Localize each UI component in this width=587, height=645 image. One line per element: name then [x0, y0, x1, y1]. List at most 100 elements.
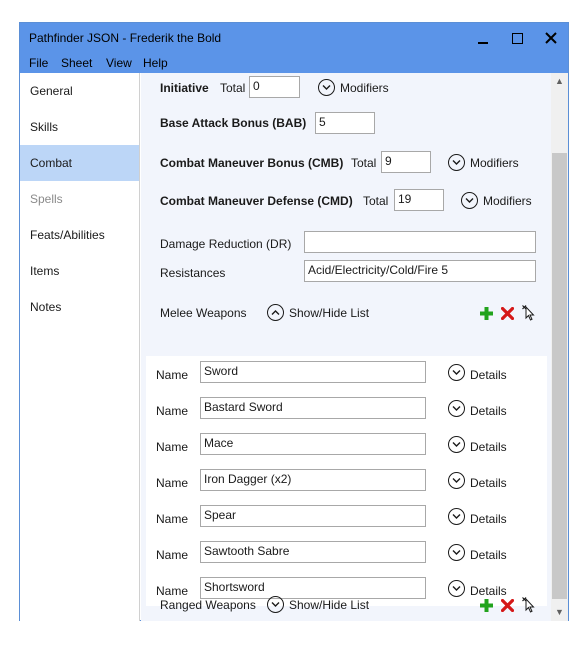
sidebar-item-spells: Spells: [30, 192, 63, 206]
weapon-details-label[interactable]: Details: [470, 440, 507, 454]
weapon-name-label: Name: [156, 548, 189, 562]
delete-icon[interactable]: [501, 307, 514, 320]
menu-bar: File Sheet View Help: [20, 53, 568, 73]
window-title: Pathfinder JSON - Frederik the Bold: [29, 31, 222, 45]
scroll-up-arrow-icon[interactable]: ▲: [551, 73, 568, 90]
ranged-show-hide-toggle[interactable]: [267, 596, 284, 613]
chevron-down-icon: [465, 198, 474, 203]
initiative-modifiers-label[interactable]: Modifiers: [340, 81, 389, 95]
menu-view[interactable]: View: [106, 56, 132, 70]
clear-selection-icon[interactable]: [522, 305, 536, 321]
resistances-field[interactable]: Acid/Electricity/Cold/Fire 5: [304, 260, 536, 282]
sidebar-item-notes[interactable]: Notes: [20, 289, 139, 325]
cmd-label: Combat Maneuver Defense (CMD): [160, 194, 353, 208]
initiative-modifiers-toggle[interactable]: [318, 79, 335, 96]
chevron-down-icon: [452, 550, 461, 555]
weapon-name-label: Name: [156, 440, 189, 454]
weapon-details-label[interactable]: Details: [470, 548, 507, 562]
chevron-down-icon: [271, 602, 280, 607]
weapon-details-label[interactable]: Details: [470, 512, 507, 526]
scroll-down-arrow-icon[interactable]: ▼: [551, 604, 568, 621]
weapon-name-label: Name: [156, 476, 189, 490]
combat-panel: Initiative Total 0 Modifiers Base Attack…: [141, 73, 551, 621]
initiative-total-field[interactable]: 0: [249, 76, 300, 98]
melee-weapons-list: Name Sword Details Name Bastard Sword De…: [146, 356, 547, 606]
melee-show-hide-label[interactable]: Show/Hide List: [289, 306, 369, 320]
cmd-modifiers-label[interactable]: Modifiers: [483, 194, 532, 208]
scroll-thumb[interactable]: [552, 153, 567, 599]
weapon-name-field[interactable]: Spear: [200, 505, 426, 527]
weapon-name-label: Name: [156, 512, 189, 526]
sidebar: General Skills Combat Spells Feats/Abili…: [20, 73, 140, 621]
sidebar-item-skills[interactable]: Skills: [20, 109, 139, 145]
dr-label: Damage Reduction (DR): [160, 237, 292, 251]
title-bar: Pathfinder JSON - Frederik the Bold: [20, 23, 568, 53]
app-window: Pathfinder JSON - Frederik the Bold File…: [19, 22, 569, 621]
ranged-weapons-label: Ranged Weapons: [160, 598, 256, 612]
maximize-icon: [511, 32, 523, 44]
weapon-name-field[interactable]: Sword: [200, 361, 426, 383]
weapon-name-field[interactable]: Sawtooth Sabre: [200, 541, 426, 563]
cmd-total-label: Total: [363, 194, 389, 208]
weapon-name-label: Name: [156, 404, 189, 418]
weapon-name-field[interactable]: Shortsword: [200, 577, 426, 599]
minimize-button[interactable]: [468, 28, 498, 48]
melee-show-hide-toggle[interactable]: [267, 304, 284, 321]
sidebar-item-items[interactable]: Items: [20, 253, 139, 289]
weapon-name-field[interactable]: Iron Dagger (x2): [200, 469, 426, 491]
chevron-down-icon: [452, 370, 461, 375]
resistances-label: Resistances: [160, 266, 226, 280]
weapon-details-toggle[interactable]: [448, 544, 465, 561]
weapon-details-label[interactable]: Details: [470, 368, 507, 382]
weapon-details-toggle[interactable]: [448, 400, 465, 417]
cmd-total-field[interactable]: 19: [394, 189, 444, 211]
minimize-icon: [478, 42, 488, 45]
chevron-down-icon: [452, 406, 461, 411]
menu-file[interactable]: File: [29, 56, 48, 70]
vertical-scrollbar[interactable]: ▲ ▼: [551, 73, 568, 621]
sidebar-item-combat[interactable]: Combat: [20, 145, 139, 181]
weapon-details-toggle[interactable]: [448, 436, 465, 453]
weapon-details-toggle[interactable]: [448, 364, 465, 381]
chevron-down-icon: [322, 85, 331, 90]
weapon-details-label[interactable]: Details: [470, 476, 507, 490]
initiative-total-label: Total: [220, 81, 246, 95]
close-button[interactable]: [536, 28, 566, 48]
maximize-button[interactable]: [502, 28, 532, 48]
cmb-total-field[interactable]: 9: [381, 151, 431, 173]
menu-sheet[interactable]: Sheet: [61, 56, 92, 70]
sidebar-item-feats-abilities[interactable]: Feats/Abilities: [20, 217, 139, 253]
chevron-down-icon: [452, 586, 461, 591]
cmb-modifiers-label[interactable]: Modifiers: [470, 156, 519, 170]
weapon-details-toggle[interactable]: [448, 508, 465, 525]
delete-icon[interactable]: [501, 599, 514, 612]
cmb-modifiers-toggle[interactable]: [448, 154, 465, 171]
weapon-name-label: Name: [156, 584, 189, 598]
ranged-show-hide-label[interactable]: Show/Hide List: [289, 598, 369, 612]
chevron-down-icon: [452, 442, 461, 447]
close-icon: [545, 32, 557, 44]
cmd-modifiers-toggle[interactable]: [461, 192, 478, 209]
initiative-label: Initiative: [160, 81, 209, 95]
weapon-name-field[interactable]: Bastard Sword: [200, 397, 426, 419]
sidebar-item-general[interactable]: General: [20, 73, 139, 109]
menu-help[interactable]: Help: [143, 56, 168, 70]
cmb-total-label: Total: [351, 156, 377, 170]
bab-field[interactable]: 5: [315, 112, 375, 134]
bab-label: Base Attack Bonus (BAB): [160, 116, 307, 130]
add-icon[interactable]: [480, 599, 493, 612]
chevron-down-icon: [452, 160, 461, 165]
dr-field[interactable]: [304, 231, 536, 253]
clear-selection-icon[interactable]: [522, 597, 536, 613]
melee-weapons-label: Melee Weapons: [160, 306, 247, 320]
chevron-down-icon: [452, 478, 461, 483]
weapon-details-label[interactable]: Details: [470, 584, 507, 598]
cmb-label: Combat Maneuver Bonus (CMB): [160, 156, 344, 170]
add-icon[interactable]: [480, 307, 493, 320]
weapon-details-toggle[interactable]: [448, 580, 465, 597]
weapon-name-field[interactable]: Mace: [200, 433, 426, 455]
weapon-name-label: Name: [156, 368, 189, 382]
weapon-details-toggle[interactable]: [448, 472, 465, 489]
weapon-details-label[interactable]: Details: [470, 404, 507, 418]
chevron-down-icon: [452, 514, 461, 519]
